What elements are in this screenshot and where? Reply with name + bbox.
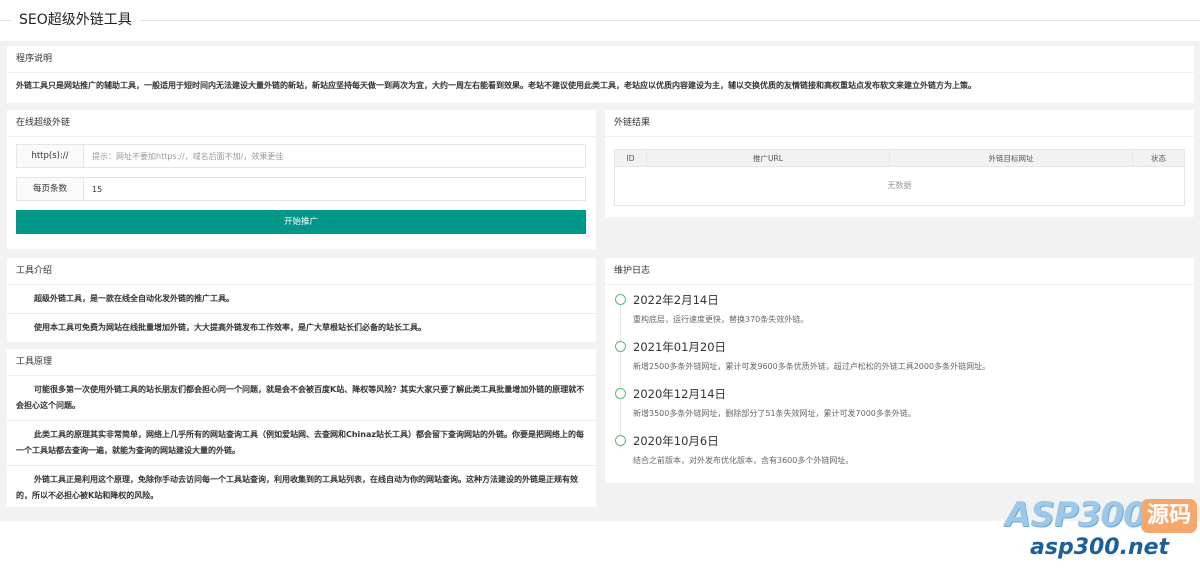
principle-paragraph: 此类工具的原理其实非常简单，网络上几乎所有的网站查询工具（例如爱站网、去查网和C… bbox=[7, 421, 596, 466]
empty-state: 无数据 bbox=[887, 181, 912, 190]
start-promotion-button[interactable]: 开始推广 bbox=[16, 210, 586, 234]
timeline-date: 2022年2月14日 bbox=[633, 293, 719, 307]
column-header-target[interactable]: 外链目标网址 bbox=[890, 150, 1133, 166]
watermark-badge: 源码 bbox=[1141, 499, 1197, 533]
card-title: 维护日志 bbox=[605, 258, 1194, 285]
intro-paragraph: 超级外链工具，是一款在线全自动化发外链的推广工具。 bbox=[7, 285, 596, 314]
timeline-text: 结合之前版本，对外发布优化版本，含有3600多个外链网址。 bbox=[633, 456, 854, 465]
card-title: 外链结果 bbox=[605, 110, 1194, 137]
timeline-item: 2022年2月14日 重构底层，运行速度更快，替换370条失效外链。 bbox=[614, 293, 1184, 340]
url-row: http(s):// bbox=[16, 144, 586, 168]
card-title: 程序说明 bbox=[7, 46, 1194, 73]
timeline-text: 新增3500多条外链网址，删除部分了51条失效网址，累计可发7000多条外链。 bbox=[633, 409, 916, 418]
description-text: 外链工具只是网站推广的辅助工具，一般适用于短时间内无法建设大量外链的新站，新站应… bbox=[16, 81, 976, 90]
timeline-text: 重构底层，运行速度更快，替换370条失效外链。 bbox=[633, 315, 809, 324]
tool-principle-card: 工具原理 可能很多第一次使用外链工具的站长朋友们都会担心同一个问题，就是会不会被… bbox=[7, 349, 596, 507]
card-title: 工具原理 bbox=[7, 349, 596, 376]
per-page-row: 每页条数 bbox=[16, 177, 586, 201]
timeline-item: 2020年12月14日 新增3500多条外链网址，删除部分了51条失效网址，累计… bbox=[614, 387, 1184, 434]
program-description-card: 程序说明 外链工具只是网站推广的辅助工具，一般适用于短时间内无法建设大量外链的新… bbox=[7, 46, 1194, 103]
url-input[interactable] bbox=[84, 145, 585, 167]
card-title: 工具介绍 bbox=[7, 258, 596, 285]
timeline-text: 新增2500多条外链网址，累计可发9600多条优质外链，超过卢松松的外链工具20… bbox=[633, 362, 991, 371]
timeline-item: 2020年10月6日 结合之前版本，对外发布优化版本，含有3600多个外链网址。 bbox=[614, 434, 1184, 481]
per-page-input[interactable] bbox=[84, 178, 585, 200]
watermark-site: asp300.net bbox=[1030, 535, 1170, 560]
tool-intro-card: 工具介绍 超级外链工具，是一款在线全自动化发外链的推广工具。 使用本工具可免费为… bbox=[7, 258, 596, 342]
per-page-label: 每页条数 bbox=[17, 178, 84, 200]
timeline-dot-icon bbox=[615, 435, 626, 446]
watermark-logo: ASP300 源码 asp300.net bbox=[1000, 495, 1200, 574]
timeline-date: 2020年10月6日 bbox=[633, 434, 719, 448]
header-divider bbox=[0, 20, 1200, 21]
column-header-id[interactable]: ID bbox=[615, 150, 647, 166]
online-link-card: 在线超级外链 http(s):// 每页条数 开始推广 bbox=[7, 110, 596, 249]
watermark-brand: ASP300 bbox=[1005, 495, 1147, 535]
principle-paragraph: 外链工具正是利用这个原理，免除你手动去访问每一个工具站查询，利用收集到的工具站列… bbox=[16, 475, 578, 500]
timeline-item: 2021年01月20日 新增2500多条外链网址，累计可发9600多条优质外链，… bbox=[614, 340, 1184, 387]
page-title: SEO超级外链工具 bbox=[12, 9, 139, 31]
table-header: ID 推广URL 外链目标网址 状态 bbox=[615, 150, 1184, 167]
timeline-dot-icon bbox=[615, 388, 626, 399]
column-header-url[interactable]: 推广URL bbox=[647, 150, 890, 166]
column-header-status[interactable]: 状态 bbox=[1133, 150, 1184, 166]
card-title: 在线超级外链 bbox=[7, 110, 596, 137]
timeline-dot-icon bbox=[615, 294, 626, 305]
timeline: 2022年2月14日 重构底层，运行速度更快，替换370条失效外链。 2021年… bbox=[614, 293, 1184, 481]
timeline-date: 2021年01月20日 bbox=[633, 340, 727, 354]
timeline-dot-icon bbox=[615, 341, 626, 352]
result-table: ID 推广URL 外链目标网址 状态 无数据 bbox=[614, 149, 1185, 206]
intro-paragraph: 使用本工具可免费为网站在线批量增加外链，大大提高外链发布工作效率，是广大草根站长… bbox=[34, 323, 426, 332]
principle-paragraph: 可能很多第一次使用外链工具的站长朋友们都会担心同一个问题，就是会不会被百度K站、… bbox=[7, 376, 596, 421]
link-result-card: 外链结果 ID 推广URL 外链目标网址 状态 无数据 bbox=[605, 110, 1194, 217]
page-header: SEO超级外链工具 bbox=[0, 0, 1200, 41]
maintenance-log-card: 维护日志 2022年2月14日 重构底层，运行速度更快，替换370条失效外链。 … bbox=[605, 258, 1194, 483]
timeline-date: 2020年12月14日 bbox=[633, 387, 727, 401]
url-label: http(s):// bbox=[17, 145, 84, 167]
